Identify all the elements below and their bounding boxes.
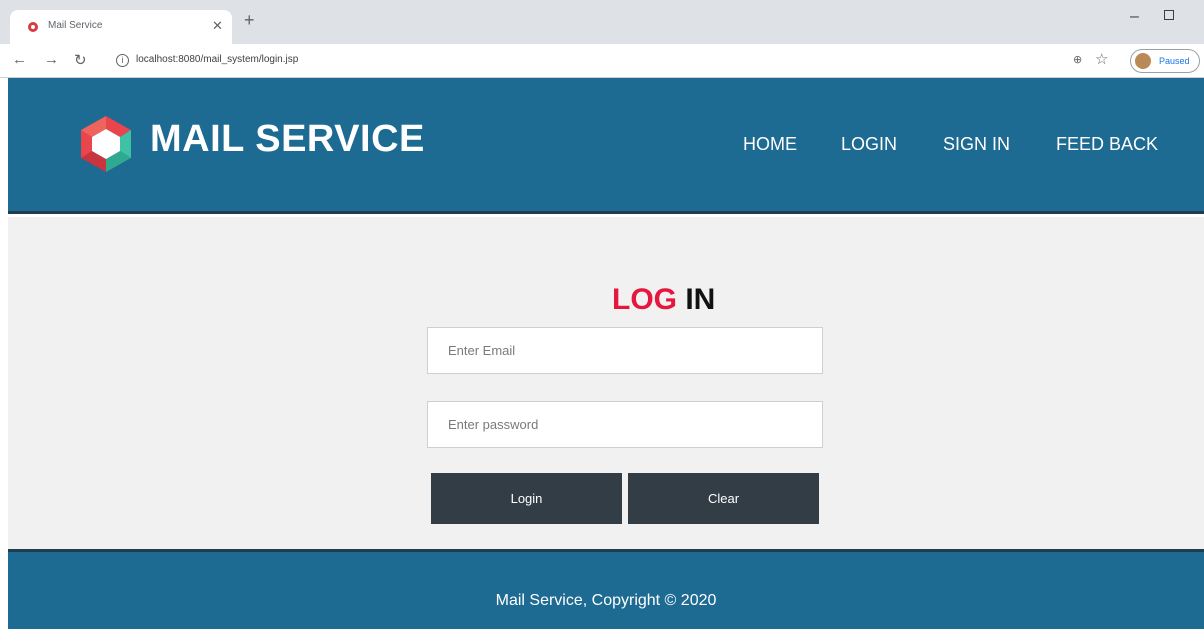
back-icon[interactable]: ←: [12, 51, 27, 68]
close-icon[interactable]: ✕: [212, 18, 223, 34]
star-icon[interactable]: ☆: [1095, 50, 1108, 68]
nav-feedback[interactable]: FEED BACK: [1056, 134, 1158, 155]
nav-login[interactable]: LOGIN: [841, 134, 897, 155]
browser-toolbar: ← → ↻ i localhost:8080/mail_system/login…: [0, 44, 1204, 78]
page-title-red: LOG: [612, 283, 677, 316]
page-title-black: IN: [685, 283, 716, 316]
brand-title[interactable]: MAIL SERVICE: [150, 118, 425, 161]
profile-button[interactable]: Paused: [1130, 49, 1200, 73]
maximize-icon[interactable]: [1164, 10, 1174, 20]
nav-home[interactable]: HOME: [743, 134, 797, 155]
info-icon[interactable]: i: [116, 54, 129, 67]
favicon-icon: [28, 22, 38, 32]
minimize-icon[interactable]: –: [1130, 8, 1139, 26]
address-bar[interactable]: i localhost:8080/mail_system/login.jsp: [104, 49, 1044, 73]
profile-label: Paused: [1159, 56, 1190, 66]
nav-sign-in[interactable]: SIGN IN: [943, 134, 1010, 155]
copyright-text: Mail Service, Copyright © 2020: [495, 592, 717, 609]
password-field[interactable]: [427, 401, 823, 448]
zoom-icon[interactable]: ⊕: [1073, 53, 1082, 66]
tab-strip: Mail Service ✕ + –: [0, 0, 1204, 44]
tab-title: Mail Service: [48, 20, 103, 31]
browser-tab[interactable]: Mail Service ✕: [10, 10, 232, 44]
login-button[interactable]: Login: [431, 473, 622, 524]
site-footer: Mail Service, Copyright © 2020: [8, 549, 1204, 629]
login-section: LOG IN Login Clear: [8, 217, 1204, 549]
avatar: [1135, 53, 1151, 69]
clear-button[interactable]: Clear: [628, 473, 819, 524]
reload-icon[interactable]: ↻: [74, 51, 87, 69]
url-text[interactable]: localhost:8080/mail_system/login.jsp: [136, 54, 298, 65]
email-field[interactable]: [427, 327, 823, 374]
browser-chrome: Mail Service ✕ + – ← → ↻ i localhost:808…: [0, 0, 1204, 78]
logo-icon: [81, 116, 131, 172]
forward-icon[interactable]: →: [44, 51, 59, 68]
page-title: LOG IN: [8, 283, 1204, 317]
plus-icon[interactable]: +: [244, 10, 255, 31]
site-header: MAIL SERVICE HOME LOGIN SIGN IN FEED BAC…: [8, 78, 1204, 214]
